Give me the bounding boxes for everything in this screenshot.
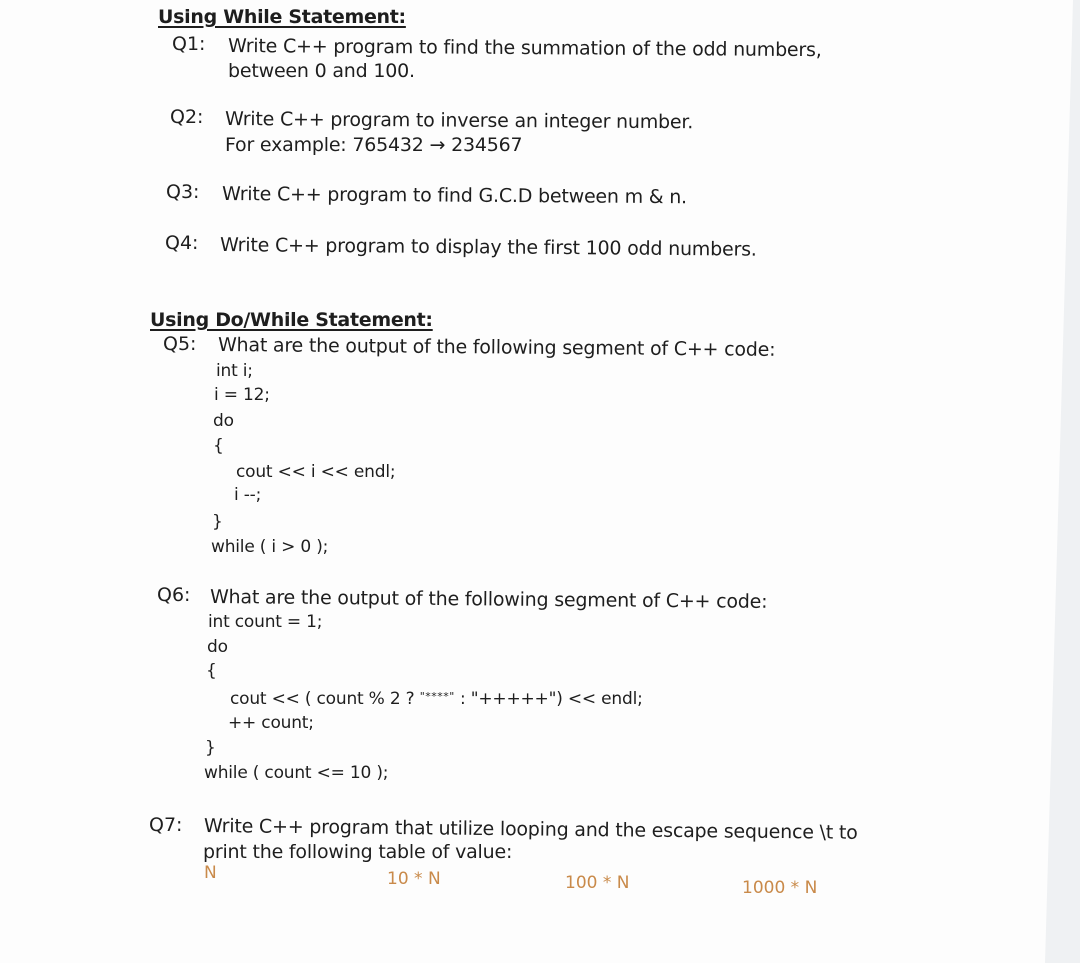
question-number: Q1: <box>172 33 206 55</box>
code-line: { <box>213 436 224 456</box>
question-text: Write C++ program to display the first 1… <box>219 234 757 261</box>
question-text: print the following table of value: <box>203 841 513 863</box>
question-example: For example: 765432 → 234567 <box>225 134 523 156</box>
question-text: Write C++ program to inverse an integer … <box>224 108 694 134</box>
question-text: What are the output of the following seg… <box>217 334 776 361</box>
document-page: Using While Statement: Q1: Write C++ pro… <box>0 0 1080 963</box>
section-heading-do-while: Using Do/While Statement: <box>150 309 433 331</box>
code-string-stars: "****" <box>419 690 455 703</box>
question-text: Write C++ program that utilize looping a… <box>203 815 858 844</box>
question-number: Q7: <box>149 814 183 836</box>
table-header-10n: 10 * N <box>387 869 441 889</box>
code-line: { <box>206 661 217 681</box>
question-number: Q3: <box>166 181 200 203</box>
code-line: ++ count; <box>228 713 314 733</box>
question-text: Write C++ program to find the summation … <box>227 35 822 62</box>
question-number: Q2: <box>170 106 204 128</box>
code-line: } <box>212 512 223 532</box>
code-line: int i; <box>216 361 253 381</box>
question-number: Q5: <box>163 333 197 355</box>
code-line: while ( i > 0 ); <box>211 537 329 557</box>
code-line: cout << i << endl; <box>236 462 396 482</box>
table-header-n: N <box>204 863 217 883</box>
question-text: What are the output of the following seg… <box>209 586 768 613</box>
code-fragment: cout << ( count % 2 ? <box>230 689 420 709</box>
question-number: Q4: <box>165 232 199 254</box>
code-line: i = 12; <box>214 385 270 405</box>
question-text: Write C++ program to find G.C.D between … <box>221 183 688 209</box>
table-header-1000n: 1000 * N <box>742 878 818 898</box>
code-line: int count = 1; <box>208 612 323 632</box>
code-line-ternary: cout << ( count % 2 ? "****" : "+++++") … <box>230 689 643 709</box>
section-heading-while: Using While Statement: <box>158 6 406 28</box>
code-line: do <box>207 637 228 657</box>
code-line: do <box>213 411 234 431</box>
question-text: between 0 and 100. <box>228 60 415 82</box>
code-fragment: : "+++++") << endl; <box>454 689 643 709</box>
code-line: while ( count <= 10 ); <box>204 763 389 783</box>
code-line: } <box>205 738 216 758</box>
question-number: Q6: <box>157 584 191 606</box>
code-line: i --; <box>234 485 262 505</box>
table-header-100n: 100 * N <box>565 873 630 893</box>
